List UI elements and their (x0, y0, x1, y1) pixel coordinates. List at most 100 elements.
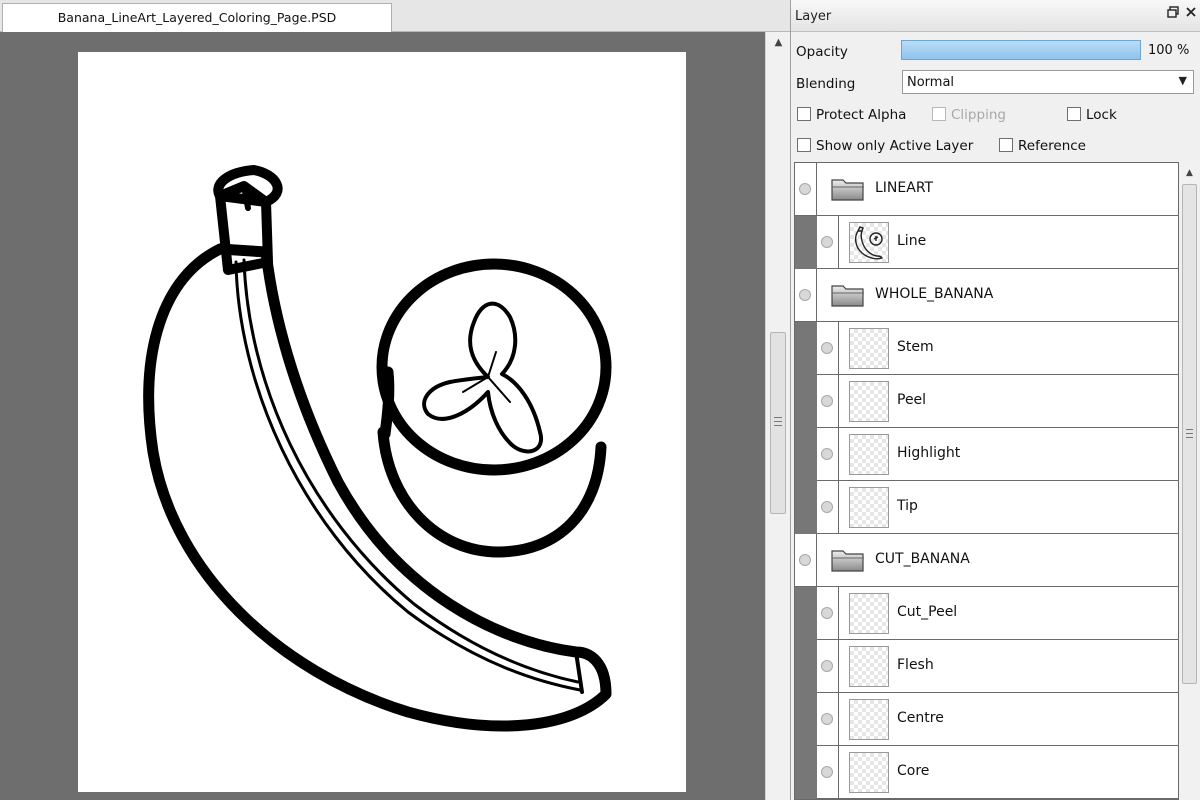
layer-name: WHOLE_BANANA (875, 286, 994, 302)
layer-indent (795, 322, 817, 375)
reference-checkbox[interactable] (999, 138, 1013, 152)
layer-row[interactable]: Stem (795, 322, 1178, 375)
layer-group-row[interactable]: CUT_BANANA (795, 534, 1178, 587)
row-separator (838, 428, 839, 481)
layer-row[interactable]: Highlight (795, 428, 1178, 481)
layer-name: Cut_Peel (897, 604, 958, 620)
layer-row[interactable]: Core (795, 746, 1178, 799)
row-separator (838, 481, 839, 534)
layer-name: LINEART (875, 180, 934, 196)
canvas-paper[interactable] (78, 52, 686, 792)
layer-indent (795, 693, 817, 746)
scrollbar-thumb[interactable] (1182, 184, 1197, 684)
panel-header: Layer (791, 0, 1200, 32)
scroll-up-arrow-icon[interactable]: ▲ (766, 34, 791, 52)
layer-thumbnail (849, 381, 889, 422)
reference-label: Reference (1018, 138, 1086, 154)
visibility-toggle-icon[interactable] (799, 183, 811, 195)
layer-name: Tip (897, 498, 918, 514)
canvas-viewport[interactable] (0, 32, 765, 800)
dropdown-arrow-icon: ▼ (1178, 74, 1187, 87)
visibility-toggle-icon[interactable] (821, 607, 833, 619)
scrollbar-thumb[interactable] (770, 332, 786, 514)
opacity-slider[interactable] (901, 40, 1141, 60)
layer-thumbnail (849, 699, 889, 740)
visibility-toggle-icon[interactable] (821, 713, 833, 725)
visibility-toggle-icon[interactable] (821, 501, 833, 513)
layer-name: Peel (897, 392, 927, 408)
layer-indent (795, 746, 817, 799)
lock-checkbox[interactable] (1067, 107, 1081, 121)
opacity-value: 100 % (1148, 43, 1190, 58)
layer-indent (795, 481, 817, 534)
layer-name: Line (897, 233, 927, 249)
folder-icon (831, 176, 865, 202)
scroll-up-arrow-icon[interactable]: ▲ (1180, 168, 1199, 178)
restore-window-icon[interactable] (1166, 6, 1180, 22)
layer-panel: Layer Opacity 100 % Blending Normal ▼ Pr… (790, 0, 1200, 800)
grip-icon (1186, 429, 1193, 438)
document-tabbar: Banana_LineArt_Layered_Coloring_Page.PSD (0, 0, 790, 32)
layer-group-row[interactable]: LINEART (795, 163, 1178, 216)
protect-alpha-label: Protect Alpha (816, 107, 907, 123)
row-separator (816, 534, 817, 587)
visibility-toggle-icon[interactable] (821, 395, 833, 407)
visibility-toggle-icon[interactable] (821, 660, 833, 672)
visibility-toggle-icon[interactable] (799, 554, 811, 566)
layer-row[interactable]: Line (795, 216, 1178, 269)
row-separator (816, 163, 817, 216)
panel-title: Layer (795, 9, 832, 24)
layer-thumbnail (849, 487, 889, 528)
layer-thumbnail (849, 752, 889, 793)
row-separator (838, 640, 839, 693)
layer-name: Centre (897, 710, 944, 726)
layer-row[interactable]: Peel (795, 375, 1178, 428)
layer-name: Flesh (897, 657, 934, 673)
protect-alpha-checkbox[interactable] (797, 107, 811, 121)
row-separator (838, 322, 839, 375)
layer-thumbnail (849, 593, 889, 634)
layer-row[interactable]: Centre (795, 693, 1178, 746)
layer-name: CUT_BANANA (875, 551, 970, 567)
layer-indent (795, 216, 817, 269)
layer-indent (795, 587, 817, 640)
row-separator (838, 375, 839, 428)
layer-indent (795, 375, 817, 428)
layer-list-scrollbar[interactable]: ▲ (1180, 162, 1199, 800)
blending-label: Blending (796, 76, 856, 92)
row-separator (838, 216, 839, 269)
row-separator (838, 746, 839, 799)
layer-thumbnail (849, 434, 889, 475)
document-vertical-scrollbar[interactable]: ▲ (765, 32, 790, 800)
layer-indent (795, 640, 817, 693)
layer-name: Highlight (897, 445, 961, 461)
layer-group-row[interactable]: WHOLE_BANANA (795, 269, 1178, 322)
layer-name: Core (897, 763, 930, 779)
visibility-toggle-icon[interactable] (799, 289, 811, 301)
row-separator (838, 693, 839, 746)
blending-value: Normal (907, 75, 955, 90)
clipping-label: Clipping (951, 107, 1006, 123)
layer-list[interactable]: LINEART Line WHOLE_BANANA Stem Peel Highlight… (794, 162, 1179, 800)
lock-label: Lock (1086, 107, 1117, 123)
layer-row[interactable]: Cut_Peel (795, 587, 1178, 640)
layer-name: Stem (897, 339, 934, 355)
layer-thumbnail (849, 646, 889, 687)
row-separator (816, 269, 817, 322)
close-icon[interactable] (1184, 6, 1198, 22)
layer-thumbnail (849, 222, 889, 263)
layer-thumbnail (849, 328, 889, 369)
visibility-toggle-icon[interactable] (821, 448, 833, 460)
document-tab[interactable]: Banana_LineArt_Layered_Coloring_Page.PSD (2, 3, 392, 32)
visibility-toggle-icon[interactable] (821, 342, 833, 354)
layer-row[interactable]: Tip (795, 481, 1178, 534)
layer-indent (795, 428, 817, 481)
folder-icon (831, 547, 865, 573)
clipping-checkbox[interactable] (932, 107, 946, 121)
layer-row[interactable]: Flesh (795, 640, 1178, 693)
show-only-active-layer-checkbox[interactable] (797, 138, 811, 152)
opacity-label: Opacity (796, 44, 848, 60)
visibility-toggle-icon[interactable] (821, 236, 833, 248)
blending-select[interactable]: Normal ▼ (902, 70, 1194, 94)
visibility-toggle-icon[interactable] (821, 766, 833, 778)
